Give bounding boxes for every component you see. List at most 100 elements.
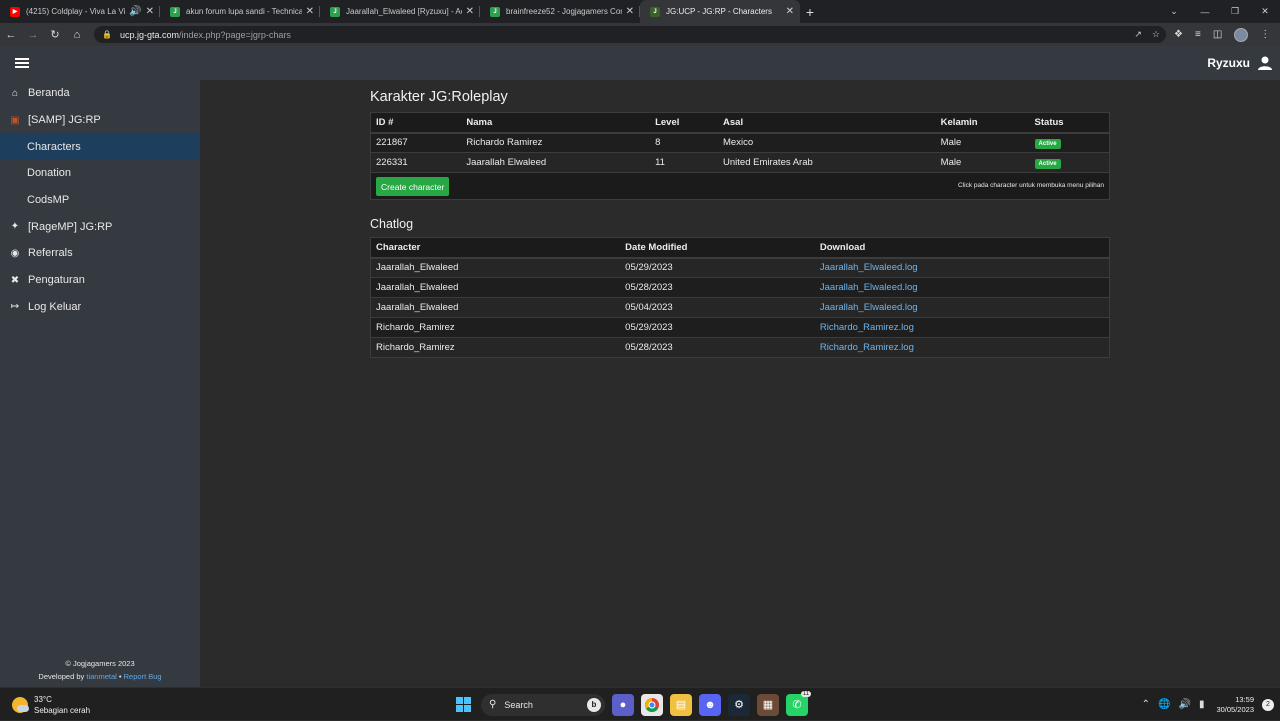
taskbar-search[interactable]: ⚲ Search b: [481, 693, 605, 716]
copyright: © Jogjagamers 2023: [65, 659, 135, 668]
username[interactable]: Ryzuxu: [1207, 46, 1250, 80]
window-controls: — ❐ ✕: [1190, 0, 1280, 23]
character-gender: Male: [935, 152, 1030, 173]
whatsapp-icon[interactable]: ✆ 11: [786, 690, 811, 716]
jg-forum-icon: J: [330, 6, 340, 17]
browser-menu-icon[interactable]: ⋮: [1260, 29, 1270, 40]
reload-icon[interactable]: ↻: [44, 23, 66, 46]
clock-time: 13:59: [1235, 694, 1254, 704]
chatlog-download-link[interactable]: Richardo_Ramirez.log: [820, 322, 914, 333]
close-tab-icon[interactable]: ✕: [306, 6, 314, 17]
chatlog-table-header: Character Date Modified Download: [370, 237, 1110, 259]
minimize-icon[interactable]: —: [1190, 0, 1220, 23]
sidebar-item-characters[interactable]: Characters: [0, 133, 200, 161]
new-tab-icon[interactable]: +: [800, 0, 820, 23]
sidebar-item-samp-jg-rp[interactable]: ▣ [SAMP] JG:RP: [0, 107, 200, 134]
character-id: 221867: [370, 132, 462, 153]
taskbar-apps: ⚲ Search b ● ▤ ☻ ⚙ ▦ ✆ 11: [452, 688, 811, 721]
sidebar-item-log-keluar[interactable]: ↦ Log Keluar: [0, 294, 200, 321]
audio-playing-icon[interactable]: 🔊: [129, 6, 141, 17]
volume-icon[interactable]: 🔊: [1178, 699, 1190, 710]
browser-tab[interactable]: J JG:UCP - JG:RP - Characters ✕: [640, 0, 800, 23]
developer-link[interactable]: tianmetal: [86, 672, 116, 681]
character-row[interactable]: 226331 Jaarallah Elwaleed 11 United Emirate…: [370, 152, 1110, 173]
weather-partly-cloudy-icon: [12, 697, 29, 713]
chatlog-column-header: Date Modified: [620, 237, 815, 259]
tab-search-icon[interactable]: ⌄: [1168, 0, 1180, 23]
forward-icon[interactable]: →: [22, 23, 44, 46]
report-bug-link[interactable]: Report Bug: [124, 672, 162, 681]
discord-icon[interactable]: ☻: [699, 693, 721, 716]
share-icon[interactable]: ↗: [1134, 29, 1142, 40]
close-tab-icon[interactable]: ✕: [786, 6, 794, 17]
close-tab-icon[interactable]: ✕: [146, 6, 154, 17]
url-host: ucp.jg-gta.com: [119, 29, 179, 40]
sidebar-item-ragemp-jg-rp[interactable]: ✦ [RageMP] JG:RP: [0, 213, 200, 240]
hamburger-menu-icon[interactable]: [15, 58, 29, 68]
tools-icon: ✖: [10, 274, 20, 286]
sidebar-item-pengaturan[interactable]: ✖ Pengaturan: [0, 267, 200, 294]
close-window-icon[interactable]: ✕: [1250, 0, 1280, 23]
user-icon[interactable]: [1258, 56, 1272, 70]
sidebar-item-label: [SAMP] JG:RP: [28, 114, 101, 127]
browser-tab[interactable]: ▶ (4215) Coldplay - Viva La Vida 🔊 ✕: [0, 0, 160, 23]
notification-count[interactable]: 2: [1262, 698, 1274, 711]
character-row[interactable]: 221867 Richardo Ramirez 8 Mexico Male Active: [370, 132, 1110, 153]
youtube-icon: ▶: [10, 6, 20, 17]
sidebar-item-donation[interactable]: Donation: [0, 160, 200, 187]
chatlog-download-link[interactable]: Jaarallah_Elwaleed.log: [820, 302, 918, 313]
close-tab-icon[interactable]: ✕: [626, 6, 634, 17]
chrome-icon[interactable]: [641, 693, 663, 716]
browser-tab[interactable]: Jbrainfreeze52 - Jogjagamers Comm ✕: [480, 0, 640, 23]
language-icon[interactable]: 🌐: [1158, 699, 1170, 710]
sidebar-item-label: [RageMP] JG:RP: [28, 220, 113, 233]
sidebar-item-label: Beranda: [28, 87, 70, 100]
clock[interactable]: 13:59 30/05/2023: [1216, 695, 1254, 715]
game-app-icon[interactable]: ▦: [757, 693, 779, 716]
restore-icon[interactable]: ❐: [1220, 0, 1250, 23]
chevron-up-icon[interactable]: ⌃: [1142, 699, 1150, 710]
sidebar-item-referrals[interactable]: ◉ Referrals: [0, 240, 200, 267]
create-character-button[interactable]: Create character: [376, 177, 450, 196]
footer-bullet: •: [118, 672, 122, 681]
chatlog-download-link[interactable]: Richardo_Ramirez.log: [820, 342, 914, 353]
chatlog-character: Richardo_Ramirez: [370, 317, 621, 338]
sidebar-item-label: Referrals: [28, 247, 73, 260]
chatlog-date: 05/29/2023: [620, 257, 815, 278]
chatlog-column-header: Download: [814, 237, 1110, 259]
bookmark-star-icon[interactable]: ☆: [1152, 29, 1160, 40]
media-control-icon[interactable]: ≡: [1195, 29, 1201, 40]
character-name: Jaarallah Elwaleed: [461, 152, 651, 173]
side-panel-icon[interactable]: ◫: [1213, 29, 1222, 40]
weather-widget[interactable]: 33°C Sebagian cerah: [12, 694, 90, 716]
battery-icon[interactable]: ▮: [1199, 699, 1205, 710]
chatlog-download-link[interactable]: Jaarallah_Elwaleed.log: [820, 282, 918, 293]
steam-icon[interactable]: ⚙: [728, 693, 750, 716]
characters-column-header: Nama: [461, 112, 651, 134]
chatlog-download-cell: Jaarallah_Elwaleed.log: [814, 277, 1110, 298]
sidebar-item-label: CodsMP: [27, 194, 70, 207]
chatlog-row: Richardo_Ramirez 05/29/2023 Richardo_Ramir…: [370, 317, 1110, 338]
browser-tab-title: akun forum lupa sandi - Technical: [186, 7, 302, 16]
browser-tab[interactable]: J Jaarallah_Elwaleed [Ryzuxu] - Acti ✕: [320, 0, 480, 23]
lock-icon: 🔒: [102, 30, 112, 39]
character-level: 8: [650, 132, 719, 153]
extensions-icon[interactable]: ❖: [1174, 29, 1183, 40]
character-gender: Male: [935, 132, 1030, 153]
address-bar[interactable]: 🔒 ucp.jg-gta.com/index.php?page=jgrp-cha…: [94, 26, 1166, 43]
home-browser-icon[interactable]: ⌂: [66, 23, 88, 46]
profile-avatar[interactable]: [1234, 27, 1249, 42]
teams-chat-icon[interactable]: ●: [612, 693, 634, 716]
sidebar-item-beranda[interactable]: ⌂ Beranda: [0, 80, 200, 107]
whatsapp-badge: 11: [800, 690, 811, 697]
file-explorer-icon[interactable]: ▤: [670, 693, 692, 716]
sidebar-footer: © Jogjagamers 2023 Developed by tianmeta…: [0, 657, 200, 683]
windows-start-icon[interactable]: [452, 694, 474, 716]
sidebar-item-codsmp[interactable]: CodsMP: [0, 187, 200, 214]
chatlog-download-link[interactable]: Jaarallah_Elwaleed.log: [820, 262, 918, 273]
close-tab-icon[interactable]: ✕: [466, 6, 474, 17]
back-icon[interactable]: ←: [0, 23, 22, 46]
browser-tab[interactable]: Jakun forum lupa sandi - Technical ✕: [160, 0, 320, 23]
clock-date: 30/05/2023: [1216, 704, 1254, 714]
search-placeholder: Search: [504, 699, 533, 710]
